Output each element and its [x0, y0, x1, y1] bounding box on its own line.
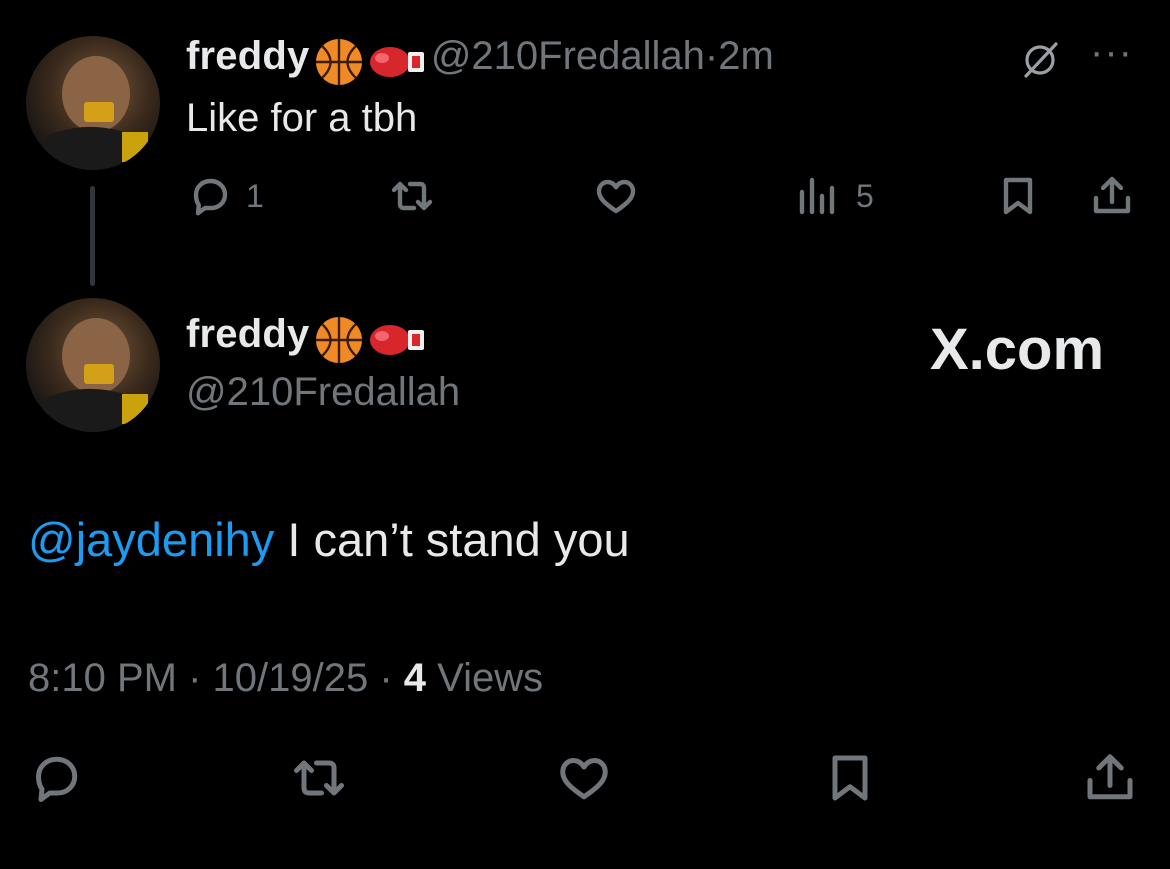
basketball-emoji — [314, 315, 364, 370]
separator: · — [176, 656, 213, 700]
grok-icon[interactable] — [1018, 38, 1062, 82]
thread-line — [90, 186, 95, 286]
post-date[interactable]: 10/19/25 — [213, 656, 369, 700]
x-com-wordmark: X.com — [930, 317, 1105, 382]
avatar[interactable] — [26, 298, 160, 432]
views-icon[interactable] — [794, 172, 842, 220]
reply-text: Like for a tbh — [186, 96, 418, 140]
timestamp-row: 8:10 PM · 10/19/25 · 4 Views — [28, 656, 543, 701]
handle[interactable]: @210Fredallah — [186, 370, 460, 415]
post-age[interactable]: 2m — [718, 34, 774, 78]
separator: · — [368, 656, 404, 700]
views-label[interactable]: Views — [426, 656, 543, 700]
separator: · — [704, 34, 719, 78]
author-header: freddy — [186, 312, 426, 370]
display-name[interactable]: freddy — [186, 34, 309, 78]
tweet-body: I can’t stand you — [274, 513, 630, 566]
like-icon[interactable] — [554, 748, 614, 808]
tweet-text: @jaydenihy I can’t stand you — [28, 512, 630, 567]
repost-icon[interactable] — [386, 172, 438, 220]
reply-icon[interactable] — [26, 748, 86, 808]
like-icon[interactable] — [592, 172, 640, 220]
boxing-glove-emoji — [368, 322, 426, 363]
views-count: 5 — [856, 178, 874, 214]
views-number: 4 — [403, 656, 427, 700]
handle[interactable]: @210Fredallah — [431, 34, 705, 78]
reply-icon[interactable] — [186, 172, 234, 220]
more-options-button[interactable]: ··· — [1090, 30, 1133, 75]
share-icon[interactable] — [1080, 748, 1140, 808]
basketball-emoji — [314, 37, 364, 92]
boxing-glove-emoji — [368, 44, 426, 85]
post-time[interactable]: 8:10 PM — [28, 656, 177, 700]
bookmark-icon[interactable] — [820, 748, 880, 808]
display-name[interactable]: freddy — [186, 312, 309, 356]
share-icon[interactable] — [1088, 172, 1136, 220]
bookmark-icon[interactable] — [994, 172, 1042, 220]
mention-link[interactable]: @jaydenihy — [28, 513, 274, 566]
reply-count: 1 — [246, 178, 264, 214]
avatar[interactable] — [26, 36, 160, 170]
reply-header: freddy @210Fredallah·2m — [186, 34, 774, 92]
repost-icon[interactable] — [286, 748, 352, 808]
